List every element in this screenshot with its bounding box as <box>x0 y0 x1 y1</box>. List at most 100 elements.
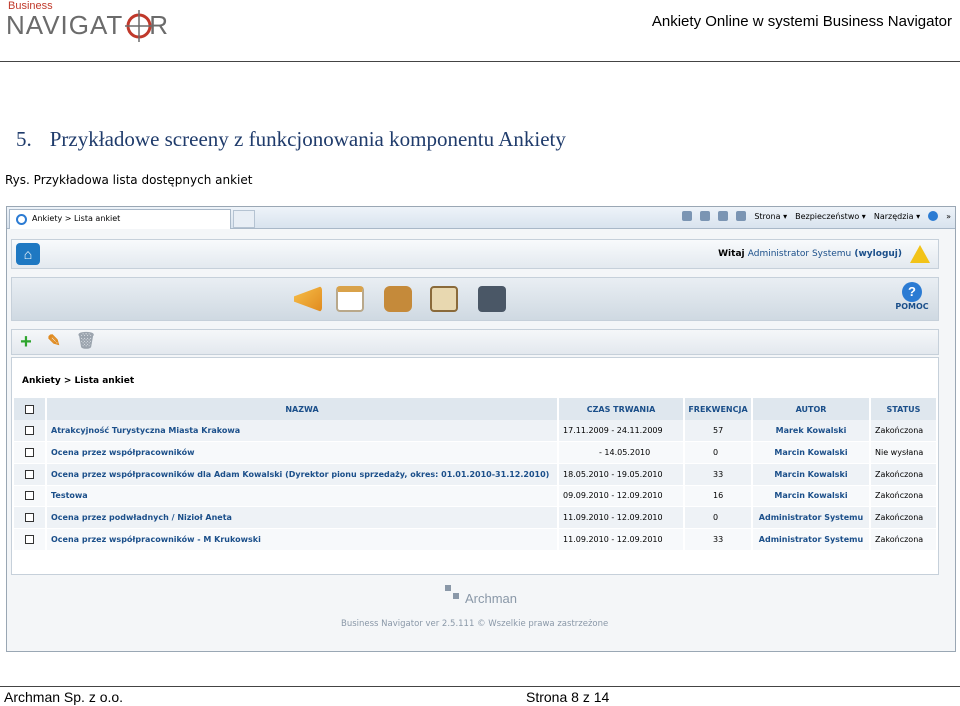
tools-menu[interactable]: Narzędzia ▾ <box>874 212 920 221</box>
survey-author[interactable]: Administrator Systemu <box>752 528 871 551</box>
row-checkbox-cell <box>14 441 47 464</box>
top-bar: ⌂ Witaj Administrator Systemu (wyloguj) <box>11 239 939 269</box>
section-number: 5. <box>16 127 32 151</box>
survey-frequency: 0 <box>684 441 753 464</box>
logo-big-prefix: NAVIGAT <box>6 10 124 40</box>
survey-name[interactable]: Ocena przez współpracowników dla Adam Ko… <box>46 463 559 486</box>
more-chevron-icon[interactable]: » <box>946 212 951 221</box>
survey-name[interactable]: Ocena przez współpracowników - M Krukows… <box>46 528 559 551</box>
warning-icon[interactable] <box>910 245 930 263</box>
browser-tab-bar: Ankiety > Lista ankiet Strona ▾ Bezpiecz… <box>7 207 955 229</box>
home-icon[interactable] <box>682 211 693 221</box>
page-menu[interactable]: Strona ▾ <box>754 212 787 221</box>
business-navigator-logo: Business NAVIGAT R <box>6 0 181 50</box>
survey-frequency: 16 <box>684 485 753 508</box>
table-row[interactable]: Ocena przez podwładnych / Nizioł Aneta 1… <box>14 506 938 529</box>
welcome-prefix: Witaj <box>718 249 745 259</box>
survey-duration: 11.09.2010 - 12.09.2010 <box>558 506 685 529</box>
footer-page-number: Strona 8 z 14 <box>526 689 610 705</box>
module-bar: ? POMOC <box>11 277 939 321</box>
survey-author[interactable]: Marcin Kowalski <box>752 485 871 508</box>
welcome-text: Witaj Administrator Systemu (wyloguj) <box>718 249 902 259</box>
row-checkbox[interactable] <box>25 513 34 523</box>
safety-menu[interactable]: Bezpieczeństwo ▾ <box>795 212 866 221</box>
document-header: Business NAVIGAT R Ankiety Online w syste… <box>0 0 960 62</box>
new-tab-button[interactable] <box>233 210 255 228</box>
add-icon[interactable]: + <box>18 332 34 352</box>
home-button-icon[interactable]: ⌂ <box>16 243 40 265</box>
row-checkbox-cell <box>14 420 47 443</box>
column-header-duration[interactable]: CZAS TRWANIA <box>558 398 685 420</box>
survey-author[interactable]: Administrator Systemu <box>752 506 871 529</box>
row-checkbox-cell <box>14 463 47 486</box>
ie-icon <box>16 214 27 225</box>
column-header-frequency[interactable]: FREKWENCJA <box>684 398 753 420</box>
column-header-name[interactable]: NAZWA <box>46 398 559 420</box>
mail-icon[interactable] <box>718 211 729 221</box>
survey-name[interactable]: Ocena przez współpracowników <box>46 441 559 464</box>
document-title: Ankiety Online w systemi Business Naviga… <box>651 13 952 30</box>
survey-duration: 18.05.2010 - 19.05.2010 <box>558 463 685 486</box>
table-row[interactable]: Testowa 09.09.2010 - 12.09.2010 16 Marci… <box>14 485 938 508</box>
survey-status: Zakończona <box>870 420 938 443</box>
row-checkbox-cell <box>14 528 47 551</box>
survey-list-panel: Ankiety > Lista ankiet NAZWA CZAS TRWANI… <box>11 357 939 575</box>
column-header-status[interactable]: STATUS <box>870 398 938 420</box>
row-checkbox[interactable] <box>25 426 34 436</box>
list-toolbar: + ✎ 🗑 <box>11 329 939 355</box>
table-row[interactable]: Ocena przez współpracowników - M Krukows… <box>14 528 938 551</box>
footer-company: Archman Sp. z o.o. <box>4 689 124 705</box>
column-header-author[interactable]: AUTOR <box>752 398 871 420</box>
feeds-icon[interactable] <box>700 211 711 221</box>
survey-author[interactable]: Marcin Kowalski <box>752 463 871 486</box>
row-checkbox[interactable] <box>25 491 34 501</box>
survey-duration: - 14.05.2010 <box>558 441 685 464</box>
table-row[interactable]: Ocena przez współpracowników - 14.05.201… <box>14 441 938 464</box>
camera-icon[interactable] <box>384 286 412 312</box>
megaphone-icon[interactable] <box>294 286 322 312</box>
browser-tab[interactable]: Ankiety > Lista ankiet <box>9 209 231 229</box>
section-heading: 5. Przykładowe screeny z funkcjonowania k… <box>16 127 566 152</box>
save-disk-icon[interactable] <box>478 286 506 312</box>
survey-author[interactable]: Marcin Kowalski <box>752 441 871 464</box>
survey-name[interactable]: Ocena przez podwładnych / Nizioł Aneta <box>46 506 559 529</box>
table-header-row: NAZWA CZAS TRWANIA FREKWENCJA AUTOR STAT… <box>14 398 938 420</box>
help-button[interactable]: ? POMOC <box>894 282 930 311</box>
copyright-text: Business Navigator ver 2.5.111 © Wszelki… <box>341 619 609 629</box>
survey-duration: 17.11.2009 - 24.11.2009 <box>558 420 685 443</box>
delete-icon[interactable]: 🗑 <box>76 334 96 350</box>
table-row[interactable]: Atrakcyjność Turystyczna Miasta Krakowa … <box>14 420 938 443</box>
checklist-icon[interactable] <box>430 286 458 312</box>
row-checkbox-cell <box>14 506 47 529</box>
compass-icon <box>125 10 153 42</box>
logout-link[interactable]: (wyloguj) <box>854 249 902 259</box>
figure-caption: Rys. Przykładowa lista dostępnych ankiet <box>5 173 253 187</box>
document-footer: Archman Sp. z o.o. Strona 8 z 14 <box>0 686 960 706</box>
welcome-user: Administrator Systemu <box>747 249 852 259</box>
row-checkbox[interactable] <box>25 448 34 458</box>
archman-logo-text: Archman <box>465 591 518 606</box>
calendar-icon[interactable] <box>336 286 364 312</box>
survey-duration: 09.09.2010 - 12.09.2010 <box>558 485 685 508</box>
survey-table: NAZWA CZAS TRWANIA FREKWENCJA AUTOR STAT… <box>14 398 938 551</box>
survey-author[interactable]: Marek Kowalski <box>752 420 871 443</box>
help-label: POMOC <box>895 302 929 311</box>
survey-name[interactable]: Testowa <box>46 485 559 508</box>
help-icon[interactable] <box>928 211 939 221</box>
survey-frequency: 0 <box>684 506 753 529</box>
print-icon[interactable] <box>736 211 747 221</box>
survey-name[interactable]: Atrakcyjność Turystyczna Miasta Krakowa <box>46 420 559 443</box>
table-row[interactable]: Ocena przez współpracowników dla Adam Ko… <box>14 463 938 486</box>
survey-frequency: 33 <box>684 528 753 551</box>
select-all-checkbox[interactable] <box>25 404 34 414</box>
browser-command-bar: Strona ▾ Bezpieczeństwo ▾ Narzędzia ▾ » <box>682 211 951 221</box>
breadcrumb: Ankiety > Lista ankiet <box>22 376 135 386</box>
browser-tab-title: Ankiety > Lista ankiet <box>32 214 121 223</box>
row-checkbox[interactable] <box>25 469 34 479</box>
question-icon: ? <box>902 282 922 302</box>
edit-icon[interactable]: ✎ <box>46 334 62 350</box>
section-title-text: Przykładowe screeny z funkcjonowania kom… <box>49 127 566 151</box>
select-all-cell <box>14 398 47 420</box>
logo-square-icon <box>453 593 459 599</box>
row-checkbox[interactable] <box>25 534 34 544</box>
